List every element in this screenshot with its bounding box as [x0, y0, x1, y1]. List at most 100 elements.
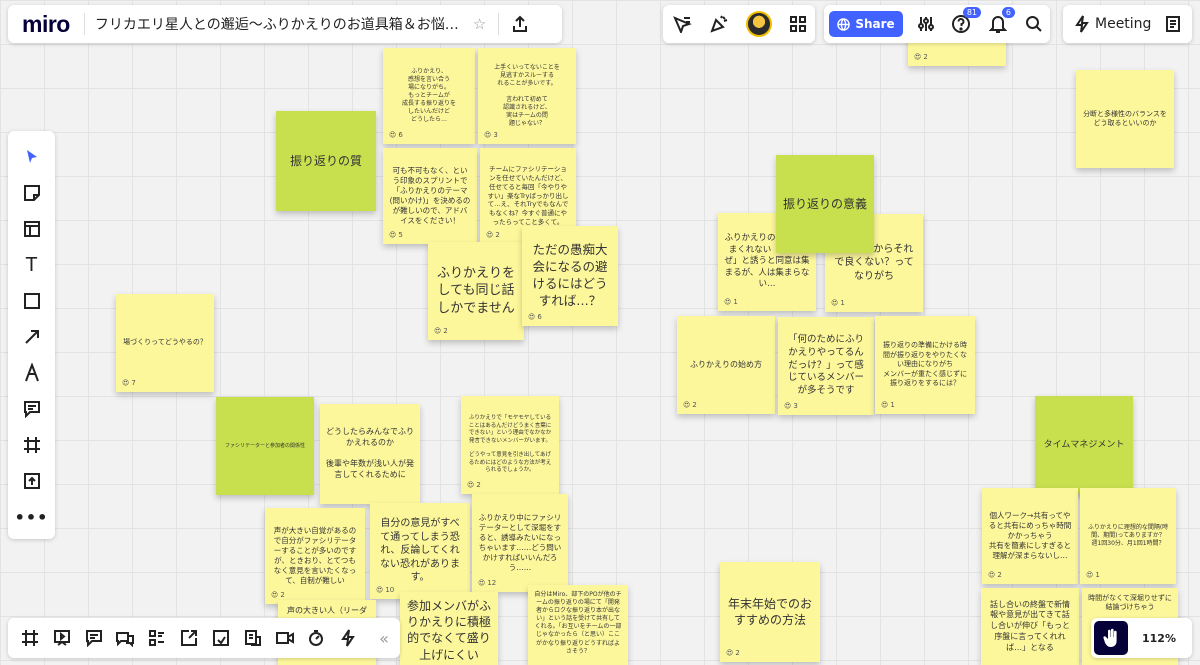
board-canvas[interactable]: 2 ふりかえり、 感想を言い合う 場になりがち。 もっとチームが 成長する振り返…	[0, 0, 1200, 665]
embed-button[interactable]	[205, 621, 237, 655]
presentation-button[interactable]	[46, 621, 78, 655]
hand-tool-button[interactable]	[1094, 621, 1128, 655]
sticky-note[interactable]: ふりかえり、 感想を言い合う 場になりがち。 もっとチームが 成長する振り返りを…	[383, 48, 475, 144]
sticky-text: 時間がなくて深堀りせずに結論づけちゃう	[1088, 594, 1172, 612]
reaction-count: 2	[434, 327, 447, 336]
search-icon[interactable]	[1025, 15, 1043, 33]
sticky-note[interactable]: ファシリテーターと参加者の関係性	[216, 397, 314, 495]
sticky-note[interactable]: ただの愚痴大会になるの避けるにはどうすれば…？ 6	[522, 226, 618, 326]
meeting-button[interactable]: Meeting	[1075, 15, 1151, 33]
bottom-toolbar: «	[8, 618, 400, 658]
template-tool[interactable]	[14, 211, 50, 247]
timer-button[interactable]	[300, 621, 332, 655]
sticky-text: 話し合いの終盤で新情報や意見が出てきて話し合いが伸び「もっと序盤に言ってくれれば…	[990, 599, 1070, 652]
avatar[interactable]	[745, 11, 772, 37]
sticky-note[interactable]: タイムマネジメント	[1035, 396, 1133, 494]
connection-line-tool[interactable]	[14, 319, 50, 355]
lightning-icon	[1075, 15, 1089, 33]
sticky-note[interactable]: 年末年始でのおすすめの方法 2	[720, 562, 820, 662]
share-button[interactable]: Share	[829, 11, 903, 37]
chat-button[interactable]	[109, 621, 141, 655]
reaction-count: 1	[881, 401, 894, 410]
sticky-text: 場づくりってどうやるの？	[123, 338, 207, 347]
reaction-count: 6	[528, 313, 541, 322]
sticky-note[interactable]: 可も不可もなく、という印象のスプリントで「ふりかえりのテーマ(問いかけ)」を決め…	[383, 148, 477, 244]
sticky-note[interactable]: 振り返りの準備にかける時間が振り返りをやりたくない理由になりがち メンバーが重た…	[875, 316, 975, 414]
sticky-note[interactable]: 自分の意見がすべて通ってしまう恐れ、反論してくれない恐れがあります。 10	[370, 503, 470, 599]
frames-button[interactable]	[14, 621, 46, 655]
sticky-note[interactable]: 個人ワーク→共有ってやると共有にめっちゃ時間かかっちゃう 共有を簡素にしすぎると…	[982, 488, 1078, 584]
reaction-count: 2	[988, 571, 1001, 580]
frame-tool[interactable]	[14, 427, 50, 463]
cursor-icon	[24, 148, 40, 166]
template-icon	[23, 220, 41, 238]
text-tool[interactable]: T	[14, 247, 50, 283]
sticky-note[interactable]: 場づくりってどうやるの？ 7	[116, 294, 214, 392]
settings-sliders-icon[interactable]	[917, 15, 935, 33]
sticky-note[interactable]: ふりかえりに理想的な間隔(時間、期間)ってありますか？ 週1回30分、月1回1時…	[1080, 488, 1176, 584]
star-icon[interactable]: ☆	[473, 15, 486, 33]
sticky-note[interactable]: ふりかえりで「モヤモヤしていることはあるんだけどうまく言葉にできない」という理由…	[461, 396, 559, 494]
more-tools-button[interactable]: •••	[14, 499, 50, 535]
select-tool[interactable]	[14, 139, 50, 175]
pen-icon	[23, 363, 41, 383]
share-screen-icon	[180, 629, 198, 647]
share-panel: Share 81 6	[824, 5, 1050, 43]
sticky-text: 上手くいってないことを 見逃すかスルーする れることが多いです。 言われて初めて…	[494, 63, 560, 128]
double-chevron-left-icon: «	[379, 628, 389, 648]
reaction-count: 3	[784, 402, 797, 411]
sticky-text: 自分の意見がすべて通ってしまう恐れ、反論してくれない恐れがあります。	[380, 518, 460, 584]
sticky-note[interactable]: ふりかえりの始め方 2	[677, 316, 775, 414]
sticky-note[interactable]: 分断と多様性のバランスをどう取るといいのか	[1076, 70, 1174, 168]
miro-logo[interactable]: miro	[22, 11, 70, 38]
sticky-note-tool[interactable]	[14, 175, 50, 211]
zoom-level[interactable]: 112%	[1142, 632, 1176, 645]
sticky-text: 自分はMiro、部下のPOが他のチームの振り返りの場にて「開発者からロクな振り返…	[534, 591, 622, 655]
comment-icon	[85, 629, 103, 647]
pen-tool[interactable]	[14, 355, 50, 391]
apps-button[interactable]	[332, 621, 364, 655]
board-title[interactable]: フリカエリ星人との邂逅〜ふりかえりのお道具箱＆お悩…	[95, 14, 467, 34]
frame-icon	[21, 629, 39, 647]
comment-tool[interactable]	[14, 391, 50, 427]
document-button[interactable]	[237, 621, 269, 655]
sticky-note[interactable]: 自分はMiro、部下のPOが他のチームの振り返りの場にて「開発者からロクな振り返…	[528, 585, 628, 665]
sticky-text: 個人ワーク→共有ってやると共有にめっちゃ時間かかっちゃう 共有を簡素にしすぎると…	[988, 510, 1072, 561]
sticky-note[interactable]: 「何のためにふりかえりやってるんだっけ？」って感じているメンバーが多そうです 3	[778, 317, 874, 415]
video-button[interactable]	[269, 621, 301, 655]
export-icon[interactable]	[511, 15, 529, 33]
sticky-text: どうしたらみんなでふりかえれるのか 後輩や年数が浅い人が発言してくれるために	[326, 427, 414, 480]
zoom-panel: 112%	[1091, 618, 1192, 658]
sticky-note[interactable]: 参加メンバがふりかえりに積極的でなくて盛り上げにくい	[400, 592, 498, 665]
notes-icon[interactable]	[1165, 15, 1181, 33]
sticky-text: ふりかえり中にファシリテーターとして深堀をすると、誘導みたいになっちゃいます………	[478, 512, 562, 573]
apps-grid-icon[interactable]	[789, 15, 807, 33]
sticky-note-icon	[23, 184, 41, 202]
help-button[interactable]: 81	[951, 7, 981, 34]
sticky-note[interactable]: 振り返りの意義	[776, 155, 874, 253]
sticky-text: 振り返りの質	[289, 153, 362, 168]
celebrate-icon[interactable]	[709, 14, 729, 34]
sticky-text: 年末年始でのおすすめの方法	[727, 596, 812, 627]
sticky-note[interactable]: ふりかえりをしても同じ話しかでません 2	[428, 242, 524, 340]
sticky-note[interactable]: ふりかえり中にファシリテーターとして深堀をすると、誘導みたいになっちゃいます………	[472, 494, 568, 592]
comments-button[interactable]	[78, 621, 110, 655]
sticky-note[interactable]: どうしたらみんなでふりかえれるのか 後輩や年数が浅い人が発言してくれるために	[320, 404, 420, 504]
divider	[498, 13, 500, 35]
cards-button[interactable]	[141, 621, 173, 655]
reaction-count: 5	[389, 231, 402, 240]
cursor-reaction-icon[interactable]	[672, 15, 692, 33]
share-screen-button[interactable]	[173, 621, 205, 655]
sticky-text: タイムマネジメント	[1043, 439, 1125, 450]
collapse-toolbar-button[interactable]: «	[368, 621, 400, 655]
comment-icon	[23, 400, 41, 418]
sticky-note[interactable]: 振り返りの質	[276, 111, 376, 211]
sticky-note[interactable]: 声が大きい自覚があるので自分がファシリテーターすることが多いのですが、ときおり、…	[265, 508, 365, 604]
shape-tool[interactable]	[14, 283, 50, 319]
upload-tool[interactable]	[14, 463, 50, 499]
reaction-count: 2	[467, 481, 480, 490]
notifications-button[interactable]: 6	[989, 7, 1015, 34]
sticky-note[interactable]: 上手くいってないことを 見逃すかスルーする れることが多いです。 言われて初めて…	[478, 48, 576, 144]
sticky-note[interactable]: 話し合いの終盤で新情報や意見が出てきて話し合いが伸び「もっと序盤に言ってくれれば…	[981, 588, 1079, 665]
reaction-count: 1	[831, 299, 844, 308]
